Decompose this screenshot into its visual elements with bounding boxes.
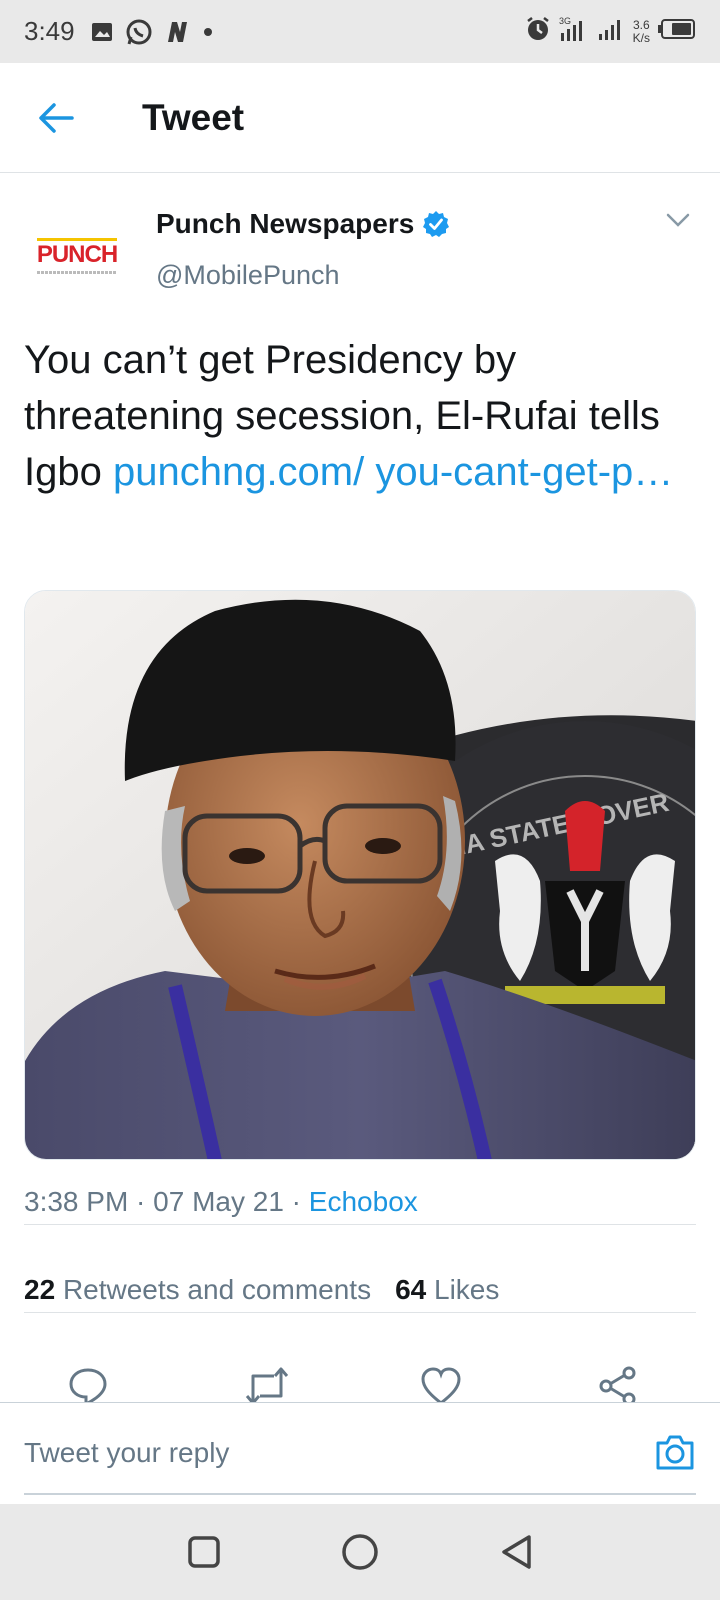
likes-count: 64 [395, 1274, 427, 1305]
divider [24, 1312, 696, 1313]
top-app-bar: Tweet [0, 63, 720, 173]
reply-underline [24, 1493, 696, 1495]
punch-tagline [37, 270, 117, 274]
camera-button[interactable] [654, 1433, 696, 1476]
heart-icon [421, 1367, 461, 1405]
retweets-count: 22 [24, 1274, 56, 1305]
tweet-link[interactable]: punchng.com/ you-cant-get-p… [113, 450, 673, 494]
likes-stat[interactable]: 64 Likes [395, 1274, 499, 1306]
camera-icon [656, 1435, 694, 1470]
image-icon [91, 22, 113, 42]
net-speed-unit: K/s [632, 30, 650, 45]
recents-button[interactable] [187, 1535, 221, 1569]
whatsapp-icon [125, 18, 153, 46]
home-button[interactable] [341, 1533, 379, 1571]
system-nav-bar [0, 1504, 720, 1600]
likes-label: Likes [434, 1274, 500, 1305]
tweet-timestamp: 3:38 PM · 07 May 21 · [24, 1186, 309, 1217]
retweet-icon [245, 1367, 289, 1405]
back-nav-button[interactable] [499, 1533, 533, 1571]
battery-icon [658, 18, 696, 45]
tweet-menu-button[interactable] [666, 212, 690, 233]
arrow-left-icon [39, 102, 74, 133]
retweets-label: Retweets and comments [62, 1274, 372, 1305]
tweet-text: You can’t get Presidency by threatening … [24, 332, 696, 564]
net-speed-value: 3.6 [632, 17, 650, 32]
page-title: Tweet [142, 96, 245, 138]
status-bar: 3:49 3G 3.6 K/s [0, 0, 720, 63]
dot-icon [203, 27, 213, 37]
tweet-stats: 22 Retweets and comments 64 Likes [24, 1274, 499, 1306]
avatar[interactable]: PUNCH [24, 204, 130, 310]
signal-icon [597, 16, 625, 47]
retweets-stat[interactable]: 22 Retweets and comments [24, 1274, 371, 1306]
network-speed: 3.6 K/s [632, 17, 650, 45]
punch-logo: PUNCH [36, 237, 118, 268]
alarm-icon [525, 16, 551, 47]
tweet-action-bar [0, 1356, 720, 1407]
reply-input[interactable]: Tweet your reply [24, 1437, 229, 1469]
signal-3g-icon: 3G [559, 15, 589, 48]
back-button[interactable] [26, 88, 86, 148]
tweet-detail: PUNCH Punch Newspapers @MobilePunch You … [0, 174, 720, 1313]
author-name-line[interactable]: Punch Newspapers [156, 208, 450, 240]
n-app-icon [165, 20, 191, 44]
chevron-down-icon [666, 213, 690, 227]
verified-badge-icon [422, 210, 450, 238]
tweet-author-row: PUNCH Punch Newspapers @MobilePunch [0, 174, 720, 314]
author-name[interactable]: Punch Newspapers [156, 208, 414, 240]
tweet-timestamp-line: 3:38 PM · 07 May 21 · Echobox [24, 1186, 418, 1218]
share-icon [599, 1366, 636, 1406]
el-rufai-photo: NA STATE GOVER [25, 591, 695, 1159]
status-time: 3:49 [24, 16, 75, 46]
divider [24, 1224, 696, 1225]
square-icon [188, 1536, 220, 1568]
author-handle[interactable]: @MobilePunch [156, 260, 340, 291]
reply-bar: Tweet your reply [0, 1402, 720, 1502]
tweet-source-link[interactable]: Echobox [309, 1186, 418, 1217]
svg-text:3G: 3G [559, 16, 571, 26]
circle-icon [342, 1534, 378, 1570]
triangle-back-icon [502, 1535, 531, 1569]
comment-icon [69, 1368, 107, 1407]
tweet-media-image[interactable]: NA STATE GOVER [24, 590, 696, 1160]
